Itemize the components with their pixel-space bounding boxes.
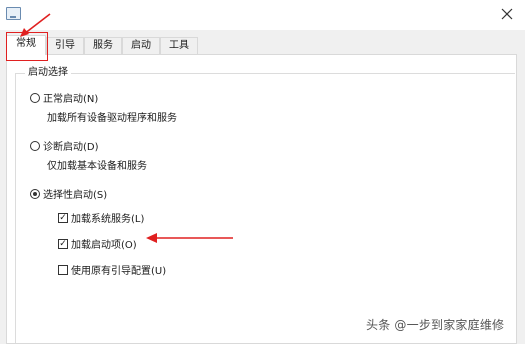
load-startup-items-label: 加载启动项(O) (71, 240, 137, 251)
use-original-boot-config-checkbox[interactable]: 使用原有引导配置(U) (58, 262, 166, 277)
load-startup-items-checkbox[interactable]: ✓ 加载启动项(O) (58, 236, 137, 251)
tab-startup-label: 启动 (131, 40, 151, 51)
checkmark-icon: ✓ (58, 238, 68, 249)
tab-tools-label: 工具 (169, 40, 189, 51)
tab-services-label: 服务 (93, 40, 113, 51)
startup-selection-label: 启动选择 (25, 67, 71, 79)
normal-startup-desc: 加载所有设备驱动程序和服务 (47, 113, 177, 124)
annotation-arrow-icon (146, 233, 233, 243)
load-system-services-label: 加载系统服务(L) (71, 214, 145, 225)
tab-services[interactable]: 服务 (84, 37, 122, 54)
radio-indicator-selected (30, 188, 40, 199)
use-original-boot-config-label: 使用原有引导配置(U) (71, 266, 167, 277)
tab-boot-label: 引导 (55, 40, 75, 51)
checkmark-icon: ✓ (58, 212, 68, 223)
diagnostic-startup-label: 诊断启动(D) (43, 142, 99, 153)
title-bar (0, 0, 525, 30)
tab-startup[interactable]: 启动 (122, 37, 160, 54)
load-system-services-checkbox[interactable]: ✓ 加载系统服务(L) (58, 210, 144, 225)
tab-tools[interactable]: 工具 (160, 37, 198, 54)
checkbox-empty (58, 264, 68, 275)
normal-startup-radio[interactable]: 正常启动(N) (30, 90, 98, 105)
watermark-text: 头条 @一步到家家庭维修 (366, 318, 505, 332)
tab-boot[interactable]: 引导 (46, 37, 84, 54)
selective-startup-label: 选择性启动(S) (43, 190, 108, 201)
selective-startup-radio[interactable]: 选择性启动(S) (30, 186, 107, 201)
normal-startup-label: 正常启动(N) (43, 94, 99, 105)
diagnostic-startup-radio[interactable]: 诊断启动(D) (30, 138, 99, 153)
radio-indicator (30, 92, 40, 103)
annotation-arrow-icon (20, 13, 51, 37)
diagnostic-startup-desc: 仅加载基本设备和服务 (47, 161, 147, 172)
close-icon[interactable] (497, 4, 517, 24)
radio-indicator (30, 140, 40, 151)
